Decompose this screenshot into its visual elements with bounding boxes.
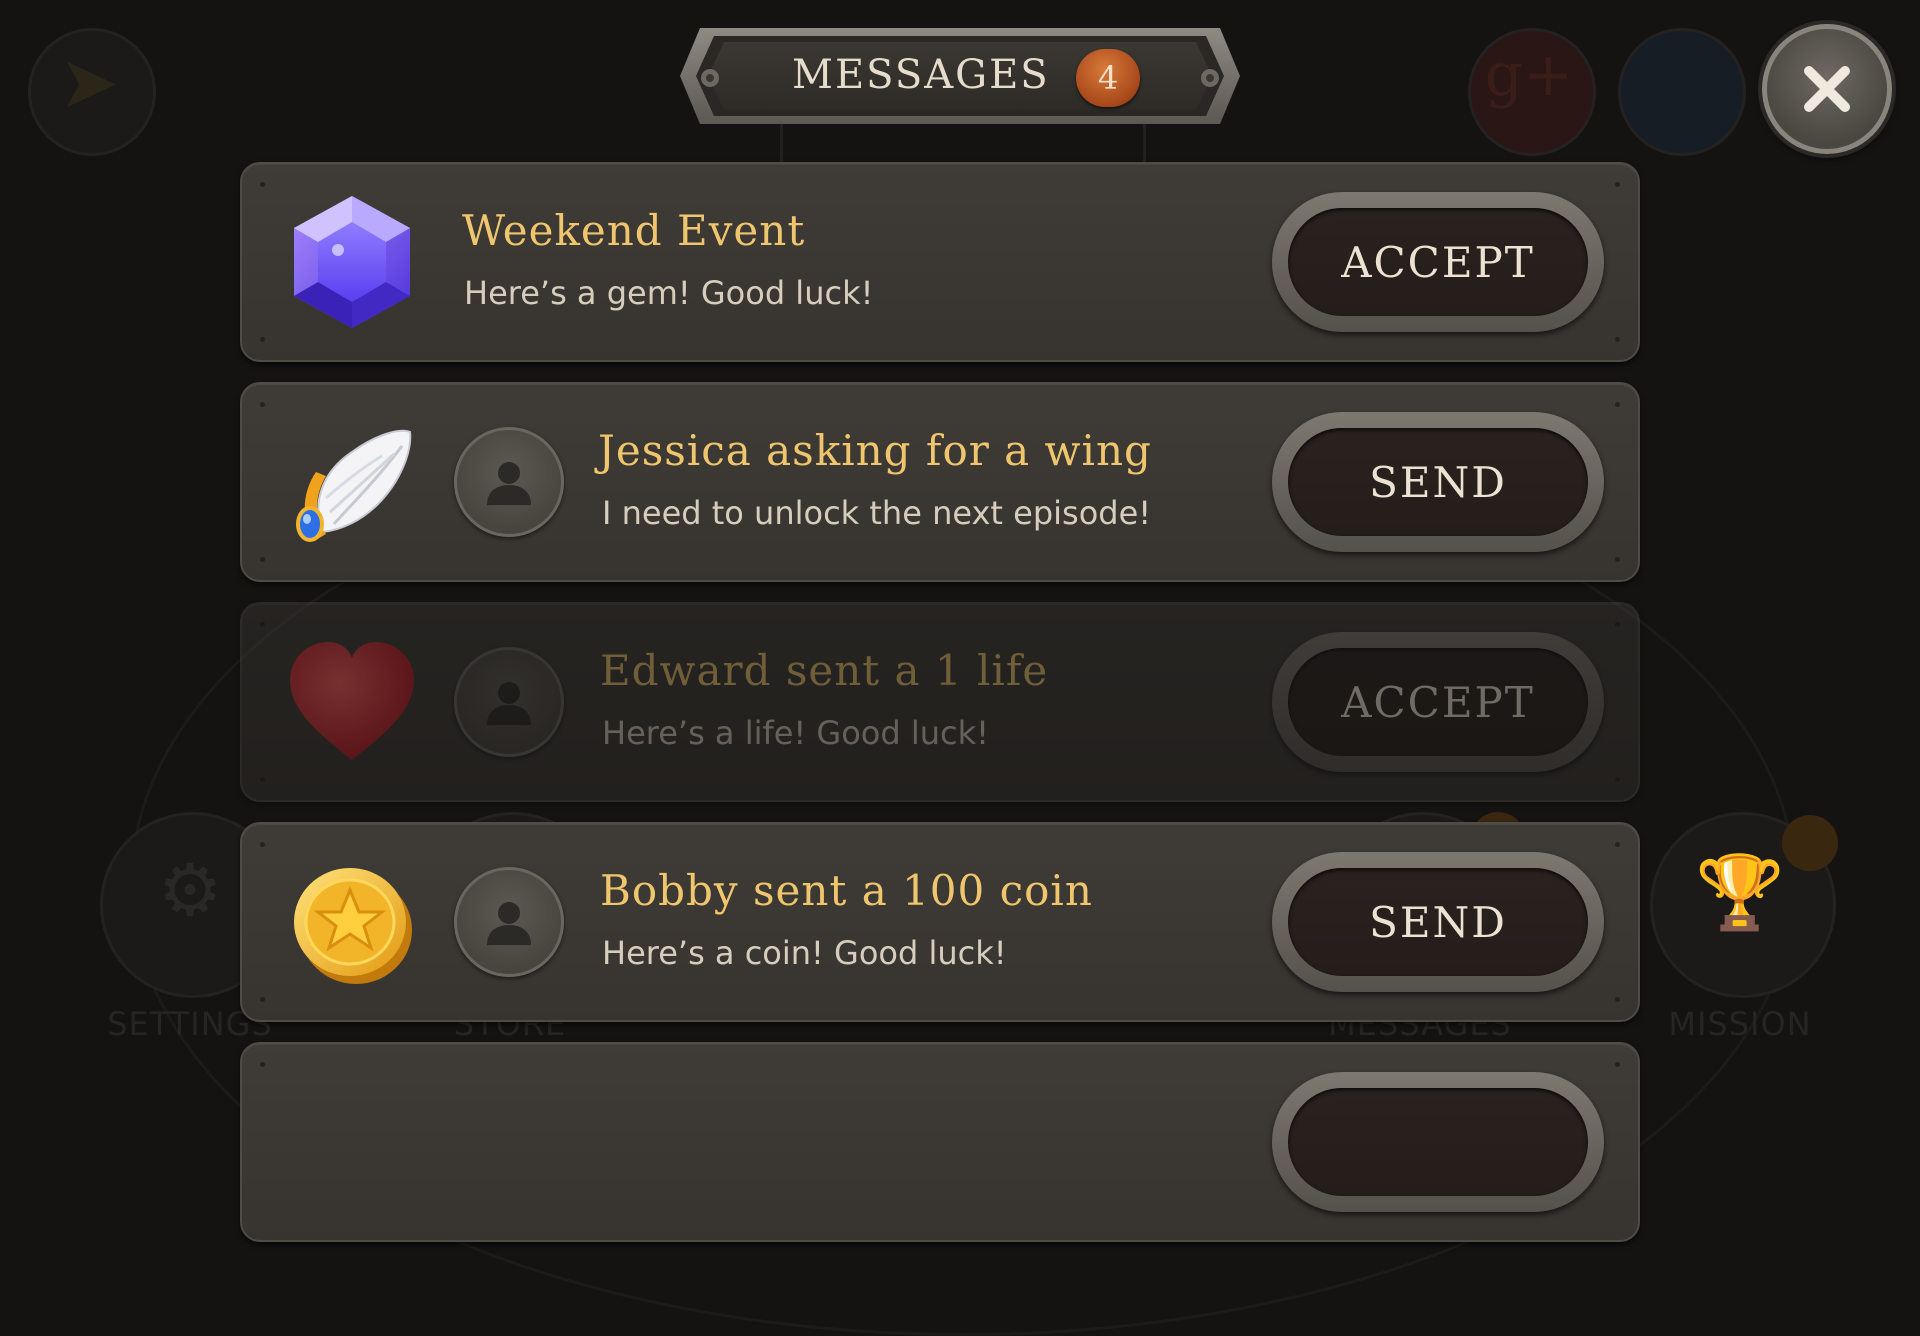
next-action-button-inner <box>1288 1088 1588 1196</box>
close-icon <box>1804 66 1850 112</box>
user-icon <box>487 902 531 945</box>
back-arrow-icon: ➤ <box>58 40 120 124</box>
messages-count-badge: 4 <box>1076 49 1140 107</box>
message-card-partial <box>240 1042 1640 1242</box>
messages-title: MESSAGES <box>792 52 1050 98</box>
coin-icon <box>294 868 412 984</box>
message-subtitle: Here’s a gem! Good luck! <box>464 274 874 312</box>
message-subtitle: Here’s a life! Good luck! <box>602 714 989 752</box>
friend-avatar <box>454 647 564 757</box>
accept-button[interactable]: ACCEPT <box>1272 632 1604 772</box>
close-button[interactable] <box>1762 24 1892 154</box>
message-title: Weekend Event <box>462 206 806 255</box>
message-title: Edward sent a 1 life <box>600 646 1049 695</box>
message-card-edward-life: Edward sent a 1 life Here’s a life! Good… <box>240 602 1640 802</box>
send-button-label: SEND <box>1288 868 1588 976</box>
send-button-label: SEND <box>1288 428 1588 536</box>
wing-icon <box>296 429 412 542</box>
accept-button-label: ACCEPT <box>1288 208 1588 316</box>
send-button[interactable]: SEND <box>1272 852 1604 992</box>
message-card-jessica-wing: Jessica asking for a wing I need to unlo… <box>240 382 1640 582</box>
accept-button[interactable]: ACCEPT <box>1272 192 1604 332</box>
user-icon <box>487 462 531 505</box>
message-card-weekend-event: Weekend Event Here’s a gem! Good luck! A… <box>240 162 1640 362</box>
google-plus-icon: g+ <box>1484 40 1574 110</box>
mission-label: MISSION <box>1668 1005 1812 1043</box>
gem-icon <box>294 196 410 328</box>
message-subtitle: I need to unlock the next episode! <box>602 494 1152 532</box>
twitter-button <box>1618 28 1746 156</box>
friend-avatar <box>454 427 564 537</box>
heart-icon <box>290 642 414 760</box>
message-title: Jessica asking for a wing <box>598 426 1152 475</box>
user-icon <box>487 682 531 725</box>
message-title: Bobby sent a 100 coin <box>600 866 1093 915</box>
message-card-bobby-coin: Bobby sent a 100 coin Here’s a coin! Goo… <box>240 822 1640 1022</box>
trophy-icon: 🏆 <box>1695 850 1785 934</box>
accept-button-label: ACCEPT <box>1288 648 1588 756</box>
next-action-button[interactable] <box>1272 1072 1604 1212</box>
send-button[interactable]: SEND <box>1272 412 1604 552</box>
message-subtitle: Here’s a coin! Good luck! <box>602 934 1007 972</box>
messages-header: MESSAGES 4 <box>680 22 1240 130</box>
friend-avatar <box>454 867 564 977</box>
